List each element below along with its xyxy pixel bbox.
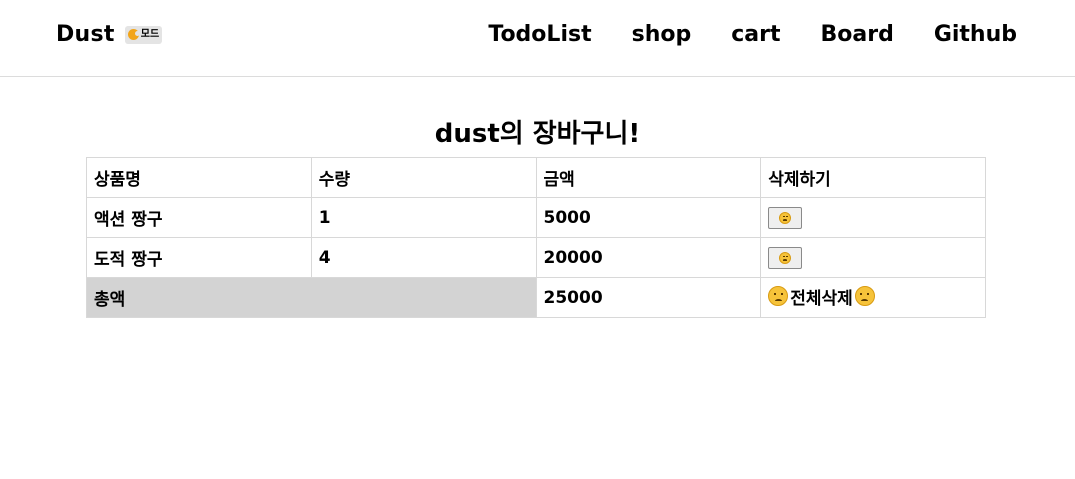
delete-item-button[interactable] <box>768 206 803 229</box>
table-row: 도적 짱구 4 20000 <box>86 237 986 278</box>
header-quantity: 수량 <box>310 157 537 198</box>
moon-icon <box>127 29 140 40</box>
product-name: 도적 짱구 <box>86 237 312 278</box>
table-header-row: 상품명 수량 금액 삭제하기 <box>86 157 986 198</box>
header-product-name: 상품명 <box>86 157 312 198</box>
clear-all-cell: 전체삭제 <box>760 277 986 318</box>
total-label: 총액 <box>86 277 537 318</box>
product-name: 액션 짱구 <box>86 197 312 238</box>
nav-link-board[interactable]: Board <box>820 22 893 47</box>
delete-cell <box>760 197 986 238</box>
product-price: 20000 <box>535 237 762 278</box>
delete-item-button[interactable] <box>768 246 803 269</box>
product-quantity: 1 <box>310 197 537 238</box>
sad-face-icon <box>768 286 789 307</box>
cart-table: 상품명 수량 금액 삭제하기 액션 짱구 1 5000 도적 짱구 4 2000… <box>86 157 986 318</box>
page-title: dust의 장바구니! <box>434 119 641 149</box>
nav-link-shop[interactable]: shop <box>632 22 692 47</box>
sad-face-icon <box>779 211 792 224</box>
nav-links: TodoList shop cart Board Github <box>448 22 1017 47</box>
header-price: 금액 <box>535 157 762 198</box>
nav-link-cart[interactable]: cart <box>731 22 780 47</box>
nav-link-todolist[interactable]: TodoList <box>488 22 591 47</box>
total-value: 25000 <box>535 277 762 318</box>
product-quantity: 4 <box>310 237 537 278</box>
clear-all-button[interactable]: 전체삭제 <box>768 284 875 309</box>
brand: Dust 모드 <box>56 22 163 47</box>
mode-toggle-label: 모드 <box>140 28 160 40</box>
header-delete: 삭제하기 <box>760 157 986 198</box>
clear-all-label: 전체삭제 <box>790 288 853 309</box>
total-row: 총액 25000 전체삭제 <box>86 277 986 318</box>
sad-face-icon <box>779 251 792 264</box>
brand-logo[interactable]: Dust <box>56 22 115 47</box>
product-price: 5000 <box>535 197 762 238</box>
table-row: 액션 짱구 1 5000 <box>86 197 986 238</box>
sad-face-icon <box>854 286 875 307</box>
nav-link-github[interactable]: Github <box>934 22 1017 47</box>
delete-cell <box>760 237 986 278</box>
navbar: Dust 모드 TodoList shop cart Board Github <box>0 0 1075 77</box>
mode-toggle-button[interactable]: 모드 <box>124 25 163 44</box>
